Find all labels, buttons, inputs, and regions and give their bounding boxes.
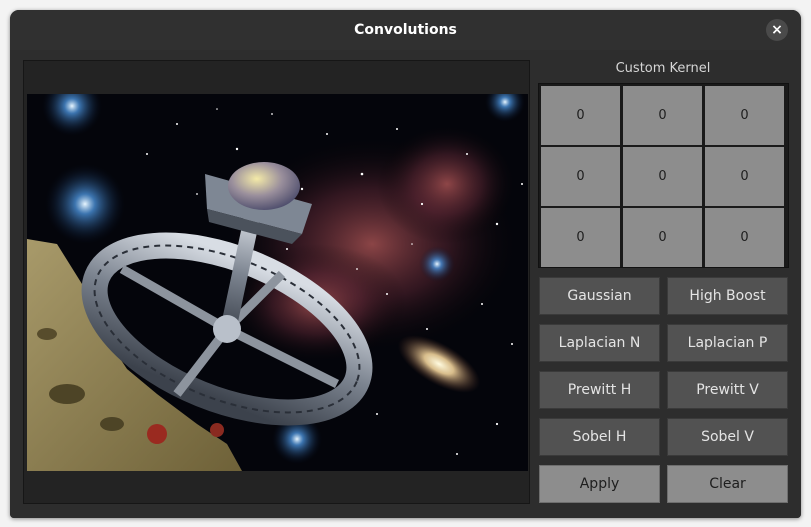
custom-kernel-label: Custom Kernel	[615, 61, 711, 76]
kernel-cell-1-1[interactable]: 0	[541, 86, 620, 145]
laplacian-p-button[interactable]: Laplacian P	[667, 324, 788, 362]
kernel-cell-3-3[interactable]: 0	[705, 208, 784, 267]
kernel-cell-3-1[interactable]: 0	[541, 208, 620, 267]
image-preview	[27, 94, 528, 471]
prewitt-h-button[interactable]: Prewitt H	[539, 371, 660, 409]
prewitt-v-button[interactable]: Prewitt V	[667, 371, 788, 409]
apply-button[interactable]: Apply	[539, 465, 660, 503]
main-content: Custom Kernel 0 0 0 0 0 0 0 0 0 Gaussian…	[10, 50, 801, 518]
close-icon[interactable]: ×	[766, 19, 788, 41]
convolutions-window: Convolutions × Custom Kernel 0 0 0 0 0 0…	[10, 10, 801, 518]
gaussian-button[interactable]: Gaussian	[539, 277, 660, 315]
sobel-h-button[interactable]: Sobel H	[539, 418, 660, 456]
image-preview-frame	[23, 60, 530, 504]
clear-button[interactable]: Clear	[667, 465, 788, 503]
high-boost-button[interactable]: High Boost	[667, 277, 788, 315]
title-bar[interactable]: Convolutions ×	[10, 10, 801, 50]
kernel-cell-3-2[interactable]: 0	[623, 208, 702, 267]
kernel-cell-2-1[interactable]: 0	[541, 147, 620, 206]
kernel-grid: 0 0 0 0 0 0 0 0 0	[538, 83, 789, 268]
window-title: Convolutions	[354, 22, 457, 38]
sobel-v-button[interactable]: Sobel V	[667, 418, 788, 456]
kernel-cell-2-3[interactable]: 0	[705, 147, 784, 206]
kernel-cell-1-3[interactable]: 0	[705, 86, 784, 145]
kernel-cell-1-2[interactable]: 0	[623, 86, 702, 145]
laplacian-n-button[interactable]: Laplacian N	[539, 324, 660, 362]
kernel-cell-2-2[interactable]: 0	[623, 147, 702, 206]
